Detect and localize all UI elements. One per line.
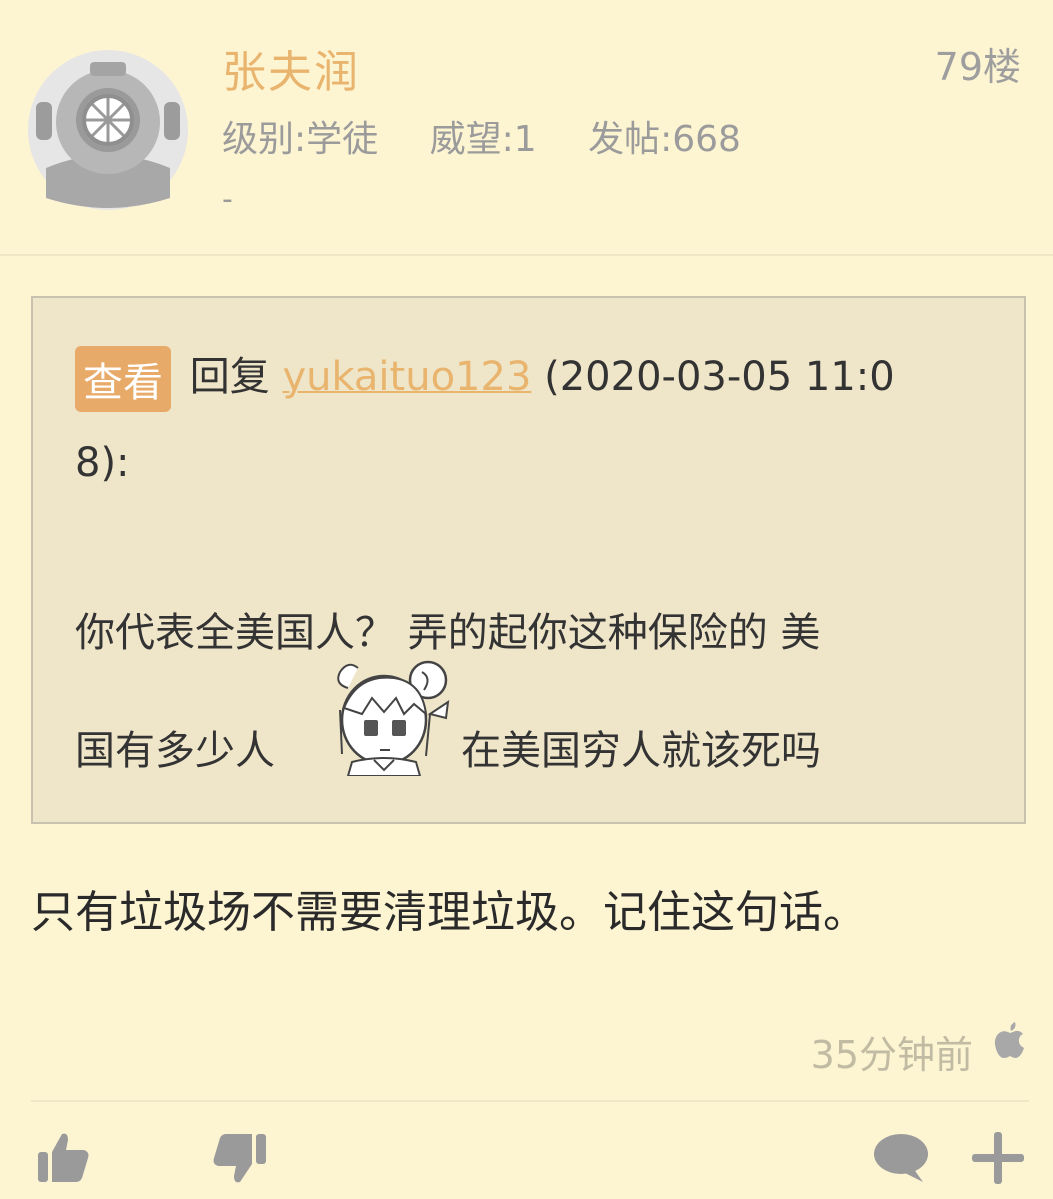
thumbs-down-icon[interactable]: [212, 1130, 268, 1186]
user-stats: 级别:学徒 威望:1 发帖:668: [222, 110, 781, 162]
quote-header-line: 查看 回复 yukaituo123 (2020-03-05 11:0: [75, 344, 895, 412]
post-time: 35分钟前: [810, 1033, 973, 1077]
avatar[interactable]: [28, 50, 188, 210]
thumbs-up-icon[interactable]: [36, 1130, 92, 1186]
username[interactable]: 张夫润: [222, 36, 360, 100]
divider: [31, 1100, 1029, 1102]
floor-number: 79楼: [934, 45, 1021, 89]
user-prestige: 威望:1: [429, 119, 537, 160]
post-content: 只有垃圾场不需要清理垃圾。记住这句话。: [31, 887, 867, 938]
quote-text-line-2-end: 在美国穷人就该死吗: [461, 728, 821, 774]
view-quote-button[interactable]: 查看: [75, 346, 171, 412]
reply-prefix: 回复: [189, 354, 270, 400]
reply-user-link[interactable]: yukaituo123: [282, 354, 531, 400]
comment-bubble-icon[interactable]: [873, 1130, 929, 1186]
anime-girl-sticker: [337, 660, 450, 776]
user-post-count: 发帖:668: [588, 119, 741, 160]
plus-icon[interactable]: [970, 1130, 1026, 1186]
quote-block: 查看 回复 yukaituo123 (2020-03-05 11:0 8): 你…: [31, 296, 1026, 824]
user-signature: -: [222, 182, 233, 217]
reply-time: (2020-03-05 11:0: [544, 354, 895, 400]
quote-text-line-1: 你代表全美国人？ 弄的起你这种保险的 美: [75, 610, 821, 656]
reply-time-continued: 8):: [75, 440, 130, 486]
user-level: 级别:学徒: [222, 119, 379, 160]
quote-text-line-2: 国有多少人: [75, 728, 275, 774]
apple-icon: [994, 1022, 1024, 1058]
post-header: 张夫润 79楼 级别:学徒 威望:1 发帖:668 -: [0, 0, 1053, 256]
